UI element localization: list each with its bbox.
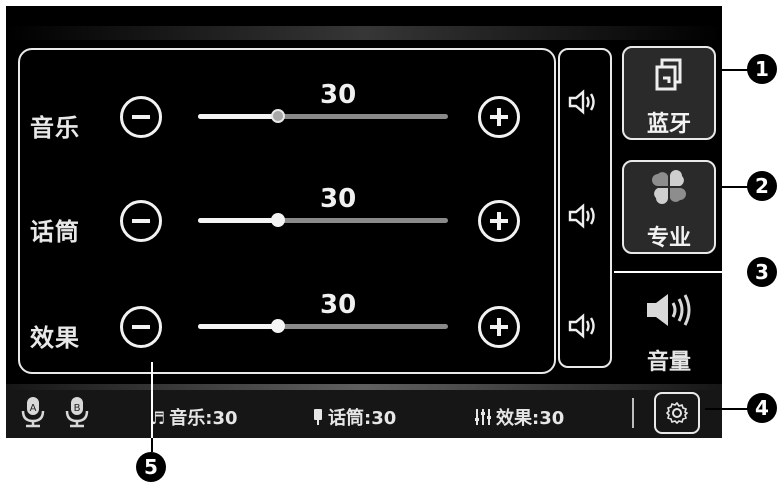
mic-slider-track[interactable] — [198, 213, 448, 227]
plus-icon-vertical — [497, 318, 501, 336]
slider-label-mic: 话筒 — [30, 218, 80, 246]
settings-button[interactable] — [654, 392, 700, 434]
slider-value-effect: 30 — [320, 290, 357, 320]
four-leaf-icon — [652, 170, 686, 204]
effect-slider-thumb[interactable] — [271, 319, 285, 333]
slider-row-mic: 话筒 30 — [20, 166, 554, 246]
speaker-output-column — [558, 48, 612, 368]
effect-plus-button[interactable] — [478, 306, 520, 348]
callout-3: 3 — [747, 257, 777, 287]
mic-status-text: 话筒:30 — [328, 408, 397, 429]
effect-status-text: 效果:30 — [496, 408, 565, 429]
equalizer-icon — [475, 409, 491, 425]
callout-leader-5-lower — [151, 438, 153, 452]
effect-status: 效果:30 — [474, 404, 564, 430]
music-slider-fill — [198, 114, 278, 119]
effect-slider-track[interactable] — [198, 319, 448, 333]
microphone-icon[interactable]: A — [20, 396, 46, 428]
microphone-icon — [314, 409, 322, 425]
mic-a-letter: A — [30, 403, 37, 414]
minus-icon — [132, 115, 150, 119]
pro-label: 专业 — [646, 226, 691, 251]
callout-5: 5 — [136, 452, 166, 482]
bottom-vertical-divider — [632, 398, 634, 428]
bottom-divider-glow — [6, 384, 722, 390]
bluetooth-switch-icon — [655, 58, 682, 91]
slider-value-mic: 30 — [320, 184, 357, 214]
callout-4: 4 — [747, 393, 777, 423]
volume-label: 音量 — [646, 350, 691, 375]
effect-slider-fill — [198, 324, 278, 329]
music-slider-track[interactable] — [198, 109, 448, 123]
slider-label-music: 音乐 — [30, 114, 80, 142]
plus-icon-vertical — [497, 212, 501, 230]
music-minus-button[interactable] — [120, 96, 162, 138]
minus-icon — [132, 325, 150, 329]
music-status-text: 音乐:30 — [169, 408, 238, 429]
speaker-icon[interactable] — [568, 312, 602, 340]
slider-label-effect: 效果 — [30, 324, 80, 352]
bluetooth-label: 蓝牙 — [646, 112, 691, 137]
minus-icon — [132, 219, 150, 223]
callout-leader-5-upper — [151, 362, 153, 446]
slider-row-music: 音乐 30 — [20, 62, 554, 142]
music-plus-button[interactable] — [478, 96, 520, 138]
slider-value-music: 30 — [320, 80, 357, 110]
mic-status: 话筒:30 — [312, 404, 396, 430]
bluetooth-button[interactable]: 蓝牙 — [622, 46, 716, 140]
plus-icon-vertical — [497, 108, 501, 126]
device-screen: 音乐 30 话筒 30 效果 30 蓝牙 专业 音量 A B ♬ 音乐:30 话… — [6, 6, 722, 438]
microphone-icon[interactable]: B — [64, 396, 90, 428]
mic-slider-fill — [198, 218, 278, 223]
top-glow-line — [6, 26, 722, 40]
speaker-icon[interactable] — [568, 88, 602, 116]
bottom-status-bar: A B ♬ 音乐:30 话筒:30 效果:30 — [6, 384, 722, 438]
music-slider-thumb[interactable] — [271, 109, 285, 123]
slider-row-effect: 效果 30 — [20, 272, 554, 352]
mic-plus-button[interactable] — [478, 200, 520, 242]
effect-minus-button[interactable] — [120, 306, 162, 348]
pro-button[interactable]: 专业 — [622, 160, 716, 254]
callout-leader-3 — [614, 271, 754, 273]
volume-button[interactable]: 音量 — [624, 286, 714, 376]
mic-b-letter: B — [74, 403, 81, 414]
music-status: ♬ 音乐:30 — [150, 404, 238, 430]
mic-slider-thumb[interactable] — [271, 213, 285, 227]
speaker-icon[interactable] — [568, 202, 602, 230]
callout-2: 2 — [747, 171, 777, 201]
callout-1: 1 — [747, 54, 777, 84]
speaker-icon — [647, 294, 691, 326]
mic-minus-button[interactable] — [120, 200, 162, 242]
slider-panel: 音乐 30 话筒 30 效果 30 — [18, 48, 556, 374]
gear-icon — [666, 402, 688, 424]
